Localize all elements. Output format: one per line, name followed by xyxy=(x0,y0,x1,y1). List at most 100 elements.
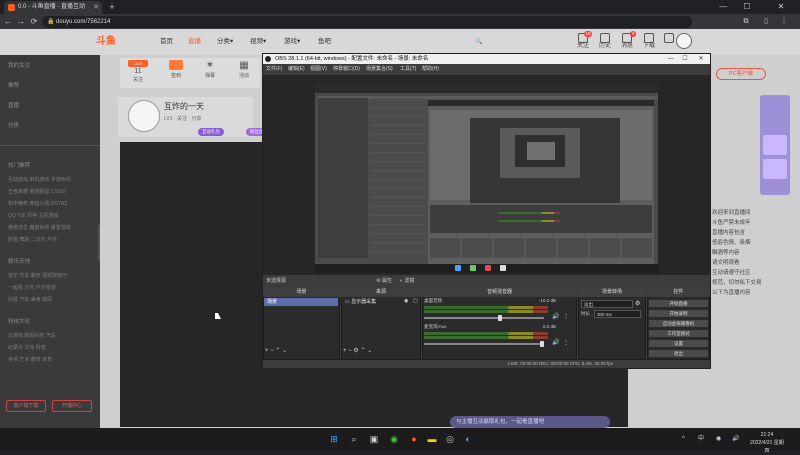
nav-game[interactable]: 游戏▾ xyxy=(284,36,300,48)
move-down-icon[interactable]: ⌄ xyxy=(367,348,372,354)
user-avatar[interactable] xyxy=(676,33,692,49)
site-logo[interactable]: 斗鱼 xyxy=(96,35,148,49)
exit-button[interactable]: 退出 xyxy=(648,349,709,358)
sidebar-ent-row[interactable]: 科技 汽车 美食 数码 xyxy=(8,296,98,305)
nav-category[interactable]: 分类▾ xyxy=(217,36,233,48)
obs-menu-docks[interactable]: 停靠窗口(D) xyxy=(333,64,360,74)
sidebar-item-category[interactable]: 分类 xyxy=(8,122,96,131)
obs-maximize-button[interactable]: ☐ xyxy=(678,54,692,64)
volume-slider[interactable] xyxy=(424,317,544,319)
volume-slider-knob[interactable] xyxy=(540,341,544,347)
close-tab-icon[interactable]: ✕ xyxy=(93,1,99,14)
task-view-icon[interactable]: ▣ xyxy=(367,432,381,446)
wechat-icon[interactable]: ◉ xyxy=(387,432,401,446)
nav-live[interactable]: 直播 xyxy=(188,36,201,48)
sidebar-hot-row[interactable]: 绝地求生 魔兽世界 暴雪游戏 xyxy=(8,224,98,233)
extensions-icon[interactable]: ⧉ xyxy=(740,15,752,28)
client-download-button[interactable]: 客户端下载 xyxy=(6,400,46,412)
tray-overflow-icon[interactable]: ^ xyxy=(682,434,685,444)
reload-button[interactable]: ⟳ xyxy=(28,14,40,29)
sidebar-hot-row[interactable]: 和平精英 穿越火线 DOTA2 xyxy=(8,200,98,209)
sidebar-item-live[interactable]: 直播 xyxy=(8,102,96,111)
sidebar-tech-row[interactable]: 云游戏 数码科技 汽车 xyxy=(8,332,98,341)
visibility-eye-icon[interactable]: ◉ xyxy=(404,298,408,304)
move-down-icon[interactable]: ⌄ xyxy=(282,348,287,354)
volume-slider-knob[interactable] xyxy=(498,315,502,321)
history-header-icon[interactable]: 历史 xyxy=(596,33,614,51)
forward-button[interactable]: → xyxy=(15,14,27,29)
browser-tab[interactable]: 0.0 - 斗鱼直播 - 直播互动 ✕ xyxy=(4,1,102,14)
download-header-icon[interactable]: 下载 xyxy=(640,33,658,51)
sidebar-ent-row[interactable]: 一起看 文化 户外旅游 xyxy=(8,284,98,293)
volume-icon[interactable]: 🔊 xyxy=(732,434,739,444)
back-button[interactable]: ← xyxy=(2,14,14,29)
filters-button[interactable]: ◐ 滤镜 xyxy=(400,277,414,286)
speaker-icon[interactable]: 🔊 xyxy=(552,339,560,347)
remove-icon[interactable]: − xyxy=(348,348,352,354)
studio-mode-button[interactable]: 工作室模式 xyxy=(648,329,709,338)
message-header-icon[interactable]: 2 消息 xyxy=(618,31,636,51)
windows-start-icon[interactable]: ⊞ xyxy=(327,432,341,446)
obs-menu-scene-collection[interactable]: 场景集合(S) xyxy=(366,64,393,74)
obs-menu-tools[interactable]: 工具(T) xyxy=(400,64,416,74)
obs-taskbar-icon[interactable]: ◎ xyxy=(443,432,457,446)
address-bar[interactable]: 🔒 douyu.com/7562214 xyxy=(42,15,692,28)
start-recording-button[interactable]: 开始录制 xyxy=(648,309,709,318)
maximize-window-button[interactable]: ☐ xyxy=(736,0,758,14)
sidebar-item-follow[interactable]: 我的关注 xyxy=(8,62,96,71)
chrome-taskbar-icon[interactable]: ◐ xyxy=(461,432,475,446)
search-icon[interactable]: ⌕ xyxy=(347,432,361,446)
obs-minimize-button[interactable]: — xyxy=(664,54,678,64)
checkin-widget[interactable]: 签到 xyxy=(166,60,186,84)
start-streaming-button[interactable]: 开始直播 xyxy=(648,299,709,308)
streamer-avatar[interactable] xyxy=(128,100,160,132)
transition-settings-gear-icon[interactable]: ⚙ xyxy=(635,300,640,307)
sidebar-hot-row[interactable]: QQ飞车 原神 主机游戏 xyxy=(8,212,98,221)
close-window-button[interactable]: ✕ xyxy=(770,0,792,14)
gear-icon[interactable]: ⚙ xyxy=(353,348,358,354)
nav-video[interactable]: 视频▾ xyxy=(250,36,266,48)
nav-fishbar[interactable]: 鱼吧 xyxy=(318,36,331,48)
sidebar-hot-row[interactable]: 颜值 舞蹈 二次元 户外 xyxy=(8,236,98,245)
nav-home[interactable]: 首页 xyxy=(160,36,173,48)
sidebar-hot-row[interactable]: 王者荣耀 英雄联盟 CSGO xyxy=(8,188,98,197)
obs-menu-view[interactable]: 视图(V) xyxy=(310,64,327,74)
sidebar-item-recommend[interactable]: 推荐 xyxy=(8,82,96,91)
add-icon[interactable]: + xyxy=(343,348,347,354)
sidebar-tech-row[interactable]: 纪录片 文化 科普 xyxy=(8,344,98,353)
properties-button[interactable]: ⚙ 属性 xyxy=(376,277,392,286)
menu-icon[interactable]: ⋮ xyxy=(778,15,790,28)
sidebar-ent-row[interactable]: 音乐 交友 聊天 视频放映厅 xyxy=(8,272,98,281)
pc-client-badge[interactable]: PC客户端 xyxy=(716,68,766,80)
new-tab-button[interactable]: + xyxy=(106,0,118,14)
chat-hint-bar[interactable]: 与主播互动赢取礼包，一起看直播吧 xyxy=(450,416,610,428)
douyu-app-icon[interactable]: ● xyxy=(407,432,421,446)
channel-settings-icon[interactable]: ⋮ xyxy=(563,339,571,347)
start-broadcast-icon[interactable] xyxy=(662,33,676,51)
volume-slider[interactable] xyxy=(424,343,544,345)
channel-settings-icon[interactable]: ⋮ xyxy=(563,313,571,321)
gift-pack-pill[interactable]: 互动礼包 xyxy=(198,128,224,136)
lock-source-icon[interactable]: ▢ xyxy=(413,298,418,304)
add-icon[interactable]: + xyxy=(265,348,269,354)
input-method-icon[interactable]: 中 xyxy=(698,434,704,444)
sidebar-tech-row[interactable]: 读书 艺术 教育 体育 xyxy=(8,356,98,365)
activity-widget[interactable]: ▦ 活动 xyxy=(234,60,254,84)
follow-header-icon[interactable]: 19 关注 xyxy=(574,31,592,51)
speaker-icon[interactable]: 🔊 xyxy=(552,313,560,321)
site-search-icon[interactable]: 🔍 xyxy=(475,36,555,48)
minimize-window-button[interactable]: — xyxy=(712,0,734,14)
duration-input[interactable]: 300 ms xyxy=(594,310,641,318)
broadcast-center-button[interactable]: 开播中心 xyxy=(52,400,92,412)
promo-banner[interactable] xyxy=(760,95,790,195)
remove-icon[interactable]: − xyxy=(270,348,274,354)
settings-button[interactable]: 设置 xyxy=(648,339,709,348)
file-explorer-icon[interactable]: ▬ xyxy=(425,432,439,446)
transition-type-select[interactable]: 淡出 xyxy=(581,300,633,308)
danmu-widget[interactable]: ✶ 弹幕 xyxy=(200,60,220,84)
network-icon[interactable]: ◉ xyxy=(716,434,721,444)
virtual-camera-button[interactable]: 启动虚拟摄像机 xyxy=(648,319,709,328)
move-up-icon[interactable]: ⌃ xyxy=(275,348,280,354)
sidebar-toggle-icon[interactable]: ▯ xyxy=(760,15,772,28)
sidebar-hot-row[interactable]: 互动游戏 单机游戏 手游休闲 xyxy=(8,176,98,185)
